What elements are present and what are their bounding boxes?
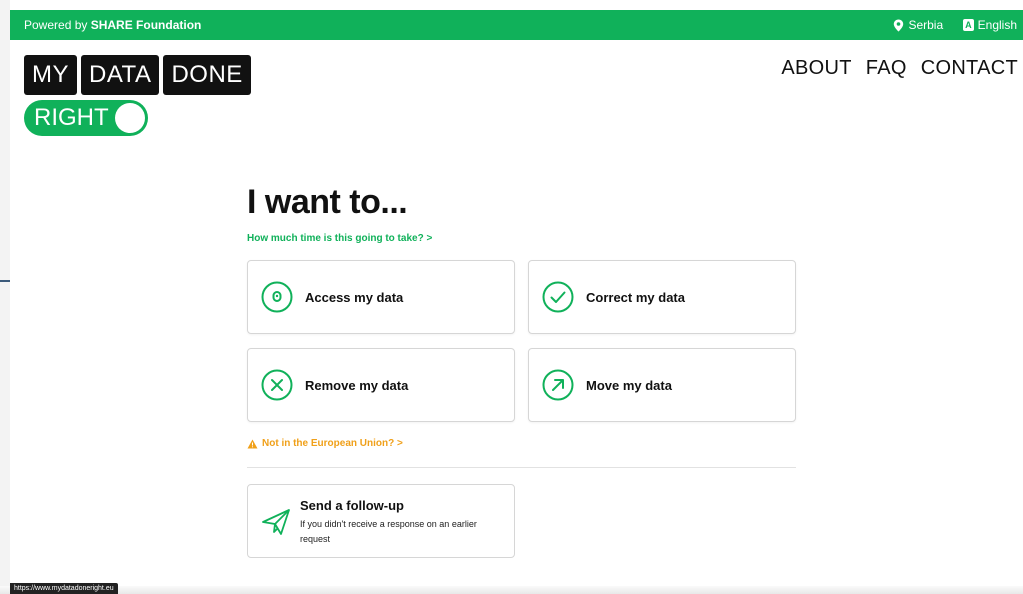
country-label: Serbia	[908, 18, 944, 32]
followup-title: Send a follow-up	[300, 498, 404, 513]
arrow-up-right-icon	[542, 369, 574, 401]
nav-contact[interactable]: CONTACT	[921, 57, 1018, 80]
option-label: Access my data	[305, 289, 404, 305]
logo-word-done: DONE	[163, 55, 251, 95]
main-nav: ABOUT FAQ CONTACT	[781, 57, 1018, 80]
x-icon	[261, 369, 293, 401]
logo-word-data: DATA	[81, 55, 160, 95]
window-frame-edge	[0, 0, 10, 594]
not-eu-label: Not in the European Union? >	[262, 438, 403, 449]
language-selector[interactable]: A English	[963, 18, 1017, 32]
language-label: English	[977, 18, 1017, 32]
option-label: Move my data	[586, 377, 672, 393]
time-estimate-link[interactable]: How much time is this going to take? >	[247, 233, 432, 244]
logo-words: MY DATA DONE	[24, 55, 251, 95]
page-title: I want to...	[247, 183, 408, 221]
nav-faq[interactable]: FAQ	[866, 57, 907, 80]
not-eu-link[interactable]: Not in the European Union? >	[247, 438, 403, 449]
option-label: Correct my data	[586, 289, 685, 305]
option-label: Remove my data	[305, 377, 409, 393]
toggle-knob	[115, 103, 145, 133]
window-frame-marker	[0, 280, 10, 282]
top-bar: Powered by SHARE Foundation Serbia A Eng…	[10, 10, 1023, 40]
warning-icon	[247, 439, 258, 448]
option-correct-data[interactable]: Correct my data	[528, 260, 796, 334]
send-followup-card[interactable]: Send a follow-up If you didn't receive a…	[247, 484, 515, 558]
divider	[247, 467, 796, 468]
paper-plane-icon	[262, 509, 290, 535]
followup-subtitle: If you didn't receive a response on an e…	[300, 519, 477, 544]
powered-by-org-link[interactable]: SHARE Foundation	[91, 18, 202, 32]
translate-icon: A	[963, 19, 974, 31]
lock-icon	[261, 281, 293, 313]
check-icon	[542, 281, 574, 313]
logo-toggle-right: RIGHT	[24, 100, 148, 136]
option-access-data[interactable]: Access my data	[247, 260, 515, 334]
country-selector[interactable]: Serbia	[893, 18, 943, 32]
location-pin-icon	[894, 19, 904, 31]
bottom-edge	[0, 586, 1023, 594]
option-move-data[interactable]: Move my data	[528, 348, 796, 422]
logo-word-my: MY	[24, 55, 77, 95]
powered-by-prefix: Powered by	[24, 18, 88, 32]
powered-by: Powered by SHARE Foundation	[24, 18, 201, 32]
top-bar-right: Serbia A English	[893, 18, 1017, 32]
nav-about[interactable]: ABOUT	[781, 57, 851, 80]
option-remove-data[interactable]: Remove my data	[247, 348, 515, 422]
site-logo[interactable]: MY DATA DONE RIGHT	[24, 55, 251, 136]
status-bar-url: https://www.mydatadoneright.eu	[10, 583, 118, 594]
logo-word-right: RIGHT	[34, 104, 109, 131]
